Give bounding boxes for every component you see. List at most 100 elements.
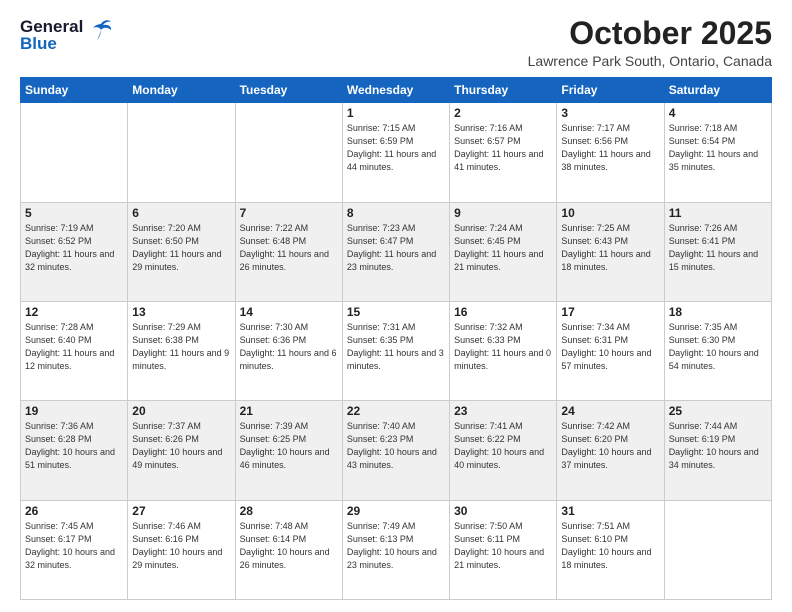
day-info: Sunrise: 7:51 AM Sunset: 6:10 PM Dayligh… (561, 520, 659, 572)
table-row: 24 Sunrise: 7:42 AM Sunset: 6:20 PM Dayli… (557, 401, 664, 500)
day-info: Sunrise: 7:29 AM Sunset: 6:38 PM Dayligh… (132, 321, 230, 373)
table-row: 18 Sunrise: 7:35 AM Sunset: 6:30 PM Dayli… (664, 301, 771, 400)
calendar-week-row: 1 Sunrise: 7:15 AM Sunset: 6:59 PM Daylig… (21, 103, 772, 202)
day-info: Sunrise: 7:23 AM Sunset: 6:47 PM Dayligh… (347, 222, 445, 274)
day-info: Sunrise: 7:16 AM Sunset: 6:57 PM Dayligh… (454, 122, 552, 174)
title-block: October 2025 Lawrence Park South, Ontari… (528, 16, 772, 69)
table-row: 16 Sunrise: 7:32 AM Sunset: 6:33 PM Dayli… (450, 301, 557, 400)
day-number: 19 (25, 404, 123, 418)
day-number: 18 (669, 305, 767, 319)
day-number: 29 (347, 504, 445, 518)
day-number: 8 (347, 206, 445, 220)
day-info: Sunrise: 7:50 AM Sunset: 6:11 PM Dayligh… (454, 520, 552, 572)
day-info: Sunrise: 7:39 AM Sunset: 6:25 PM Dayligh… (240, 420, 338, 472)
day-number: 1 (347, 106, 445, 120)
day-info: Sunrise: 7:37 AM Sunset: 6:26 PM Dayligh… (132, 420, 230, 472)
day-number: 9 (454, 206, 552, 220)
day-number: 21 (240, 404, 338, 418)
day-number: 13 (132, 305, 230, 319)
day-info: Sunrise: 7:35 AM Sunset: 6:30 PM Dayligh… (669, 321, 767, 373)
day-info: Sunrise: 7:36 AM Sunset: 6:28 PM Dayligh… (25, 420, 123, 472)
day-number: 22 (347, 404, 445, 418)
day-info: Sunrise: 7:22 AM Sunset: 6:48 PM Dayligh… (240, 222, 338, 274)
table-row: 12 Sunrise: 7:28 AM Sunset: 6:40 PM Dayli… (21, 301, 128, 400)
col-friday: Friday (557, 78, 664, 103)
day-info: Sunrise: 7:25 AM Sunset: 6:43 PM Dayligh… (561, 222, 659, 274)
table-row: 13 Sunrise: 7:29 AM Sunset: 6:38 PM Dayli… (128, 301, 235, 400)
table-row (664, 500, 771, 599)
table-row: 11 Sunrise: 7:26 AM Sunset: 6:41 PM Dayli… (664, 202, 771, 301)
table-row (235, 103, 342, 202)
day-info: Sunrise: 7:49 AM Sunset: 6:13 PM Dayligh… (347, 520, 445, 572)
day-info: Sunrise: 7:15 AM Sunset: 6:59 PM Dayligh… (347, 122, 445, 174)
day-info: Sunrise: 7:20 AM Sunset: 6:50 PM Dayligh… (132, 222, 230, 274)
month-title: October 2025 (528, 16, 772, 51)
table-row: 27 Sunrise: 7:46 AM Sunset: 6:16 PM Dayli… (128, 500, 235, 599)
table-row: 19 Sunrise: 7:36 AM Sunset: 6:28 PM Dayli… (21, 401, 128, 500)
calendar-week-row: 12 Sunrise: 7:28 AM Sunset: 6:40 PM Dayli… (21, 301, 772, 400)
day-number: 24 (561, 404, 659, 418)
day-info: Sunrise: 7:26 AM Sunset: 6:41 PM Dayligh… (669, 222, 767, 274)
day-number: 11 (669, 206, 767, 220)
day-info: Sunrise: 7:42 AM Sunset: 6:20 PM Dayligh… (561, 420, 659, 472)
table-row: 29 Sunrise: 7:49 AM Sunset: 6:13 PM Dayli… (342, 500, 449, 599)
calendar-week-row: 26 Sunrise: 7:45 AM Sunset: 6:17 PM Dayli… (21, 500, 772, 599)
day-info: Sunrise: 7:45 AM Sunset: 6:17 PM Dayligh… (25, 520, 123, 572)
day-info: Sunrise: 7:28 AM Sunset: 6:40 PM Dayligh… (25, 321, 123, 373)
day-number: 2 (454, 106, 552, 120)
calendar-table: Sunday Monday Tuesday Wednesday Thursday… (20, 77, 772, 600)
day-info: Sunrise: 7:31 AM Sunset: 6:35 PM Dayligh… (347, 321, 445, 373)
col-thursday: Thursday (450, 78, 557, 103)
logo-general: General (20, 18, 83, 35)
table-row: 31 Sunrise: 7:51 AM Sunset: 6:10 PM Dayli… (557, 500, 664, 599)
col-wednesday: Wednesday (342, 78, 449, 103)
table-row: 10 Sunrise: 7:25 AM Sunset: 6:43 PM Dayli… (557, 202, 664, 301)
day-number: 27 (132, 504, 230, 518)
calendar-week-row: 5 Sunrise: 7:19 AM Sunset: 6:52 PM Daylig… (21, 202, 772, 301)
day-number: 3 (561, 106, 659, 120)
table-row: 15Sunrise: 7:31 AM Sunset: 6:35 PM Dayli… (342, 301, 449, 400)
day-number: 25 (669, 404, 767, 418)
table-row: 1 Sunrise: 7:15 AM Sunset: 6:59 PM Daylig… (342, 103, 449, 202)
table-row: 26 Sunrise: 7:45 AM Sunset: 6:17 PM Dayli… (21, 500, 128, 599)
day-number: 26 (25, 504, 123, 518)
table-row (21, 103, 128, 202)
table-row: 28Sunrise: 7:48 AM Sunset: 6:14 PM Dayli… (235, 500, 342, 599)
day-info: Sunrise: 7:30 AM Sunset: 6:36 PM Dayligh… (240, 321, 338, 373)
day-number: 16 (454, 305, 552, 319)
logo-bird-icon (87, 16, 115, 44)
weekday-header-row: Sunday Monday Tuesday Wednesday Thursday… (21, 78, 772, 103)
day-number: 14 (240, 305, 338, 319)
col-sunday: Sunday (21, 78, 128, 103)
header: General Blue October 2025 Lawrence Park … (20, 16, 772, 69)
day-number: 20 (132, 404, 230, 418)
day-info: Sunrise: 7:32 AM Sunset: 6:33 PM Dayligh… (454, 321, 552, 373)
table-row: 14 Sunrise: 7:30 AM Sunset: 6:36 PM Dayli… (235, 301, 342, 400)
logo-blue: Blue (20, 35, 83, 52)
day-number: 4 (669, 106, 767, 120)
table-row: 23 Sunrise: 7:41 AM Sunset: 6:22 PM Dayli… (450, 401, 557, 500)
table-row (128, 103, 235, 202)
day-number: 31 (561, 504, 659, 518)
table-row: 30 Sunrise: 7:50 AM Sunset: 6:11 PM Dayli… (450, 500, 557, 599)
day-number: 10 (561, 206, 659, 220)
day-number: 12 (25, 305, 123, 319)
table-row: 3 Sunrise: 7:17 AM Sunset: 6:56 PM Daylig… (557, 103, 664, 202)
table-row: 5 Sunrise: 7:19 AM Sunset: 6:52 PM Daylig… (21, 202, 128, 301)
day-number: 30 (454, 504, 552, 518)
day-info: Sunrise: 7:17 AM Sunset: 6:56 PM Dayligh… (561, 122, 659, 174)
day-number: 6 (132, 206, 230, 220)
day-number: 28 (240, 504, 338, 518)
location-title: Lawrence Park South, Ontario, Canada (528, 53, 772, 69)
day-number: 5 (25, 206, 123, 220)
day-number: 23 (454, 404, 552, 418)
table-row: 8 Sunrise: 7:23 AM Sunset: 6:47 PM Daylig… (342, 202, 449, 301)
day-info: Sunrise: 7:46 AM Sunset: 6:16 PM Dayligh… (132, 520, 230, 572)
table-row: 22Sunrise: 7:40 AM Sunset: 6:23 PM Dayli… (342, 401, 449, 500)
day-info: Sunrise: 7:41 AM Sunset: 6:22 PM Dayligh… (454, 420, 552, 472)
day-info: Sunrise: 7:19 AM Sunset: 6:52 PM Dayligh… (25, 222, 123, 274)
table-row: 4Sunrise: 7:18 AM Sunset: 6:54 PM Daylig… (664, 103, 771, 202)
calendar-week-row: 19 Sunrise: 7:36 AM Sunset: 6:28 PM Dayli… (21, 401, 772, 500)
col-tuesday: Tuesday (235, 78, 342, 103)
col-monday: Monday (128, 78, 235, 103)
